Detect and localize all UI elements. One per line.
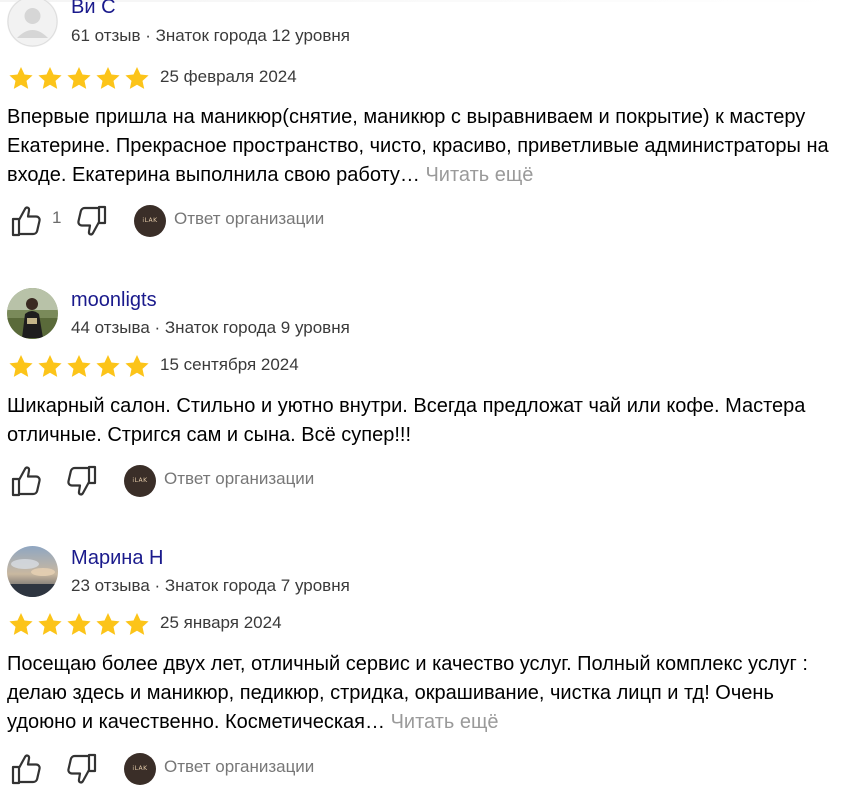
- review-date: 25 января 2024: [160, 613, 282, 632]
- star-rating: [7, 65, 151, 92]
- star-icon: [94, 611, 122, 638]
- star-rating: [7, 353, 151, 380]
- thumbs-down-icon: [67, 465, 97, 496]
- review-text: Впервые пришла на маникюр(снятие, маникю…: [7, 103, 837, 190]
- thumbs-up-icon: [11, 206, 41, 237]
- star-icon: [7, 611, 35, 638]
- star-rating: [7, 611, 151, 638]
- author-name[interactable]: Ви С: [71, 0, 116, 19]
- organization-reply-link[interactable]: Ответ организации: [164, 469, 314, 489]
- review-date: 15 сентября 2024: [160, 355, 299, 374]
- like-button[interactable]: [10, 752, 42, 786]
- read-more-link[interactable]: Читать ещё: [391, 711, 499, 733]
- user-photo-icon: [7, 288, 58, 339]
- organization-logo: iLAK: [124, 753, 156, 785]
- organization-reply-link[interactable]: Ответ организации: [164, 757, 314, 777]
- author-meta: 61 отзыв · Знаток города 12 уровня: [71, 26, 350, 45]
- like-button[interactable]: [10, 464, 42, 498]
- like-count: 1: [52, 208, 62, 227]
- star-icon: [36, 353, 64, 380]
- thumbs-up-icon: [11, 466, 41, 497]
- user-photo-icon: [7, 546, 58, 597]
- default-avatar-icon: [7, 0, 58, 47]
- avatar[interactable]: [7, 546, 58, 597]
- star-icon: [7, 65, 35, 92]
- organization-logo: iLAK: [134, 205, 166, 237]
- review-date: 25 февраля 2024: [160, 67, 297, 86]
- thumbs-down-icon: [77, 205, 107, 236]
- star-icon: [123, 65, 151, 92]
- star-icon: [36, 65, 64, 92]
- star-icon: [123, 611, 151, 638]
- review-body: Шикарный салон. Стильно и уютно внутри. …: [7, 395, 806, 446]
- star-icon: [7, 353, 35, 380]
- organization-reply-link[interactable]: Ответ организации: [174, 209, 324, 229]
- star-icon: [65, 65, 93, 92]
- read-more-link[interactable]: Читать ещё: [425, 164, 533, 186]
- star-icon: [65, 353, 93, 380]
- author-name[interactable]: Марина Н: [71, 547, 163, 570]
- avatar[interactable]: [7, 288, 58, 339]
- review-text: Шикарный салон. Стильно и уютно внутри. …: [7, 392, 837, 450]
- dislike-button[interactable]: [66, 752, 98, 786]
- avatar[interactable]: [7, 0, 58, 47]
- dislike-button[interactable]: [66, 464, 98, 498]
- author-name[interactable]: moonligts: [71, 289, 157, 312]
- star-icon: [65, 611, 93, 638]
- review-body: Впервые пришла на маникюр(снятие, маникю…: [7, 106, 829, 186]
- author-meta: 23 отзыва · Знаток города 7 уровня: [71, 576, 350, 595]
- like-button[interactable]: [10, 204, 42, 238]
- review-text: Посещаю более двух лет, отличный сервис …: [7, 650, 837, 737]
- star-icon: [94, 353, 122, 380]
- star-icon: [94, 65, 122, 92]
- thumbs-up-icon: [11, 754, 41, 785]
- author-meta: 44 отзыва · Знаток города 9 уровня: [71, 318, 350, 337]
- star-icon: [123, 353, 151, 380]
- star-icon: [36, 611, 64, 638]
- organization-logo: iLAK: [124, 465, 156, 497]
- top-fade: [0, 0, 843, 2]
- thumbs-down-icon: [67, 753, 97, 784]
- dislike-button[interactable]: [76, 204, 108, 238]
